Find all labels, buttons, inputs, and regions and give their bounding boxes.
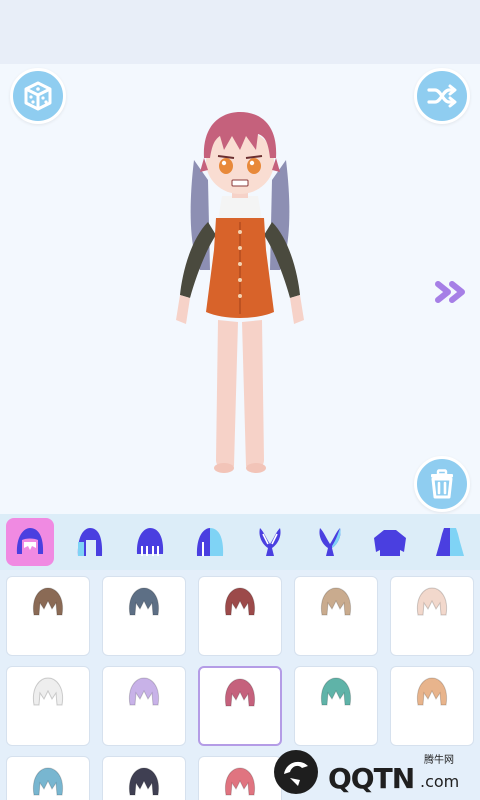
watermark-brand-text: QQTN: [328, 762, 415, 795]
shuffle-icon: [427, 84, 457, 108]
hair-item[interactable]: [102, 666, 186, 746]
hair-thumbnail-icon: [32, 587, 64, 616]
random-dice-button[interactable]: [10, 68, 66, 124]
tab-sweater[interactable]: [366, 518, 414, 566]
tab-hair-side[interactable]: [66, 518, 114, 566]
delete-button[interactable]: [414, 456, 470, 512]
hair-front-icon: [16, 528, 44, 554]
hair-item[interactable]: [294, 576, 378, 656]
hair-item[interactable]: [102, 576, 186, 656]
hair-thumbnail-icon: [128, 587, 160, 616]
hair-thumbnail-icon: [224, 767, 256, 796]
hair-thumbnail-icon: [416, 677, 448, 706]
dress-icon: [436, 528, 464, 556]
hair-thumbnail-icon: [320, 677, 352, 706]
category-tab-bar: [0, 514, 480, 570]
tab-hair-back[interactable]: [126, 518, 174, 566]
dice-cube-icon: [24, 81, 52, 111]
hair-thumbnail-icon: [320, 587, 352, 616]
hair-thumbnail-icon: [224, 587, 256, 616]
hair-thumbnail-icon: [416, 587, 448, 616]
hair-item[interactable]: [198, 666, 282, 746]
hair-side-icon: [77, 528, 103, 556]
watermark-suffix-text: .com: [420, 772, 460, 791]
hair-thumbnail-icon: [32, 767, 64, 796]
hair-item[interactable]: [198, 576, 282, 656]
sweater-icon: [374, 530, 406, 556]
double-chevron-right-icon[interactable]: [432, 276, 472, 308]
tab-hair-color[interactable]: [186, 518, 234, 566]
tab-dress[interactable]: [426, 518, 474, 566]
status-bar: [0, 0, 480, 64]
tab-hair-front[interactable]: [6, 518, 54, 566]
hair-item[interactable]: [390, 576, 474, 656]
hair-back-icon: [136, 528, 164, 556]
bunny-ears-alt-icon: [319, 528, 341, 556]
hair-item[interactable]: [390, 666, 474, 746]
tab-bunny-ears-alt[interactable]: [306, 518, 354, 566]
hair-item[interactable]: [6, 666, 90, 746]
hair-item[interactable]: [6, 756, 90, 800]
hair-item[interactable]: [102, 756, 186, 800]
watermark-cn-text: 腾牛网: [424, 755, 454, 766]
hair-item[interactable]: [294, 666, 378, 746]
trash-icon: [431, 469, 453, 499]
tab-bunny-ears[interactable]: [246, 518, 294, 566]
hair-item[interactable]: [6, 576, 90, 656]
hair-thumbnail-icon: [32, 677, 64, 706]
hair-item[interactable]: [198, 756, 282, 800]
bunny-ears-icon: [259, 528, 281, 556]
hair-thumbnail-icon: [224, 678, 256, 707]
shuffle-button[interactable]: [414, 68, 470, 124]
hair-thumbnail-icon: [128, 767, 160, 796]
hair-color-icon: [196, 528, 224, 556]
character-avatar: [176, 112, 304, 473]
hair-thumbnail-icon: [128, 677, 160, 706]
